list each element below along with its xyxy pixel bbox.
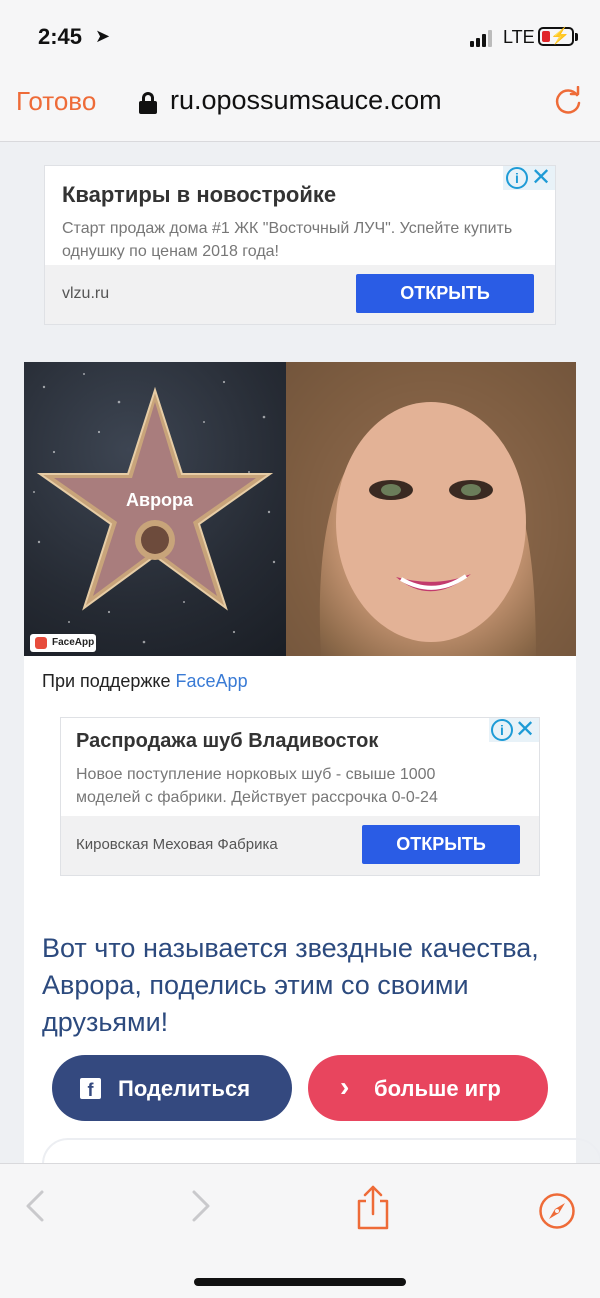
battery-icon: ⚡ [538,27,574,46]
star-name-label: Аврора [126,490,194,510]
walk-of-fame-star-image: Аврора FaceApp [24,362,286,656]
back-icon[interactable] [20,1188,50,1224]
faceapp-logo-icon [35,637,47,649]
url-field[interactable]: ru.opossumsauce.com [170,85,442,116]
address-bar: Готово ru.opossumsauce.com [0,70,600,142]
ad-open-button[interactable]: ОТКРЫТЬ [362,825,520,864]
status-time: 2:45 [38,24,83,49]
partial-content-card [42,1138,600,1163]
result-headline: Вот что называется звездные качества, Ав… [42,933,539,1037]
home-indicator[interactable] [194,1278,406,1286]
ad-domain: Кировская Меховая Фабрика [76,836,278,853]
ad-close-icon[interactable]: ✕ [529,166,553,190]
done-button[interactable]: Готово [16,86,96,117]
ad-footer: Кировская Меховая Фабрика ОТКРЫТЬ [61,816,539,875]
ad-open-button[interactable]: ОТКРЫТЬ [356,274,534,313]
more-games-button[interactable]: › больше игр [308,1055,548,1121]
ad-footer: vlzu.ru ОТКРЫТЬ [45,265,555,324]
ad-banner-2[interactable]: i ✕ Распродажа шуб Владивосток Новое пос… [60,717,540,876]
battery-tip [575,33,578,41]
compass-icon[interactable] [538,1192,576,1230]
ad-info-icon[interactable]: i [491,719,513,741]
ad-banner-1[interactable]: i ✕ Квартиры в новостройке Старт продаж … [44,165,556,325]
result-card: Аврора FaceApp При поддержке FaceApp i ✕… [24,362,600,1163]
facebook-icon: f [80,1078,101,1100]
ad-close-icon[interactable]: ✕ [513,718,537,742]
ad-title[interactable]: Квартиры в новостройке [62,182,336,208]
share-button-label: Поделиться [118,1076,251,1101]
reload-icon[interactable] [553,86,583,116]
browser-toolbar [0,1163,600,1298]
share-button[interactable]: f Поделиться [52,1055,292,1121]
signal-strength-icon [470,29,496,47]
forward-icon[interactable] [186,1188,216,1224]
ad-description: Новое поступление норковых шуб - свыше 1… [76,766,438,806]
faceapp-badge: FaceApp [30,634,96,652]
network-type: LTE [503,27,535,47]
powered-by-text: При поддержке FaceApp [42,671,248,691]
ad-domain: vlzu.ru [62,285,110,302]
result-image: Аврора FaceApp [24,362,576,656]
ad-info-icon[interactable]: i [506,167,528,189]
ad-title[interactable]: Распродажа шуб Владивосток [76,730,378,753]
ad-description: Старт продаж дома #1 ЖК "Восточный ЛУЧ".… [62,220,513,260]
share-icon[interactable] [355,1184,391,1230]
status-bar: 2:45 ➤ LTE ⚡ [0,0,600,70]
location-arrow-icon: ➤ [95,26,111,46]
web-content[interactable]: i ✕ Квартиры в новостройке Старт продаж … [0,143,600,1163]
faceapp-link[interactable]: FaceApp [176,671,248,691]
chevron-right-icon: › [340,1071,350,1102]
face-photo [286,362,576,656]
lock-icon [139,92,157,114]
more-games-button-label: больше игр [374,1076,501,1101]
